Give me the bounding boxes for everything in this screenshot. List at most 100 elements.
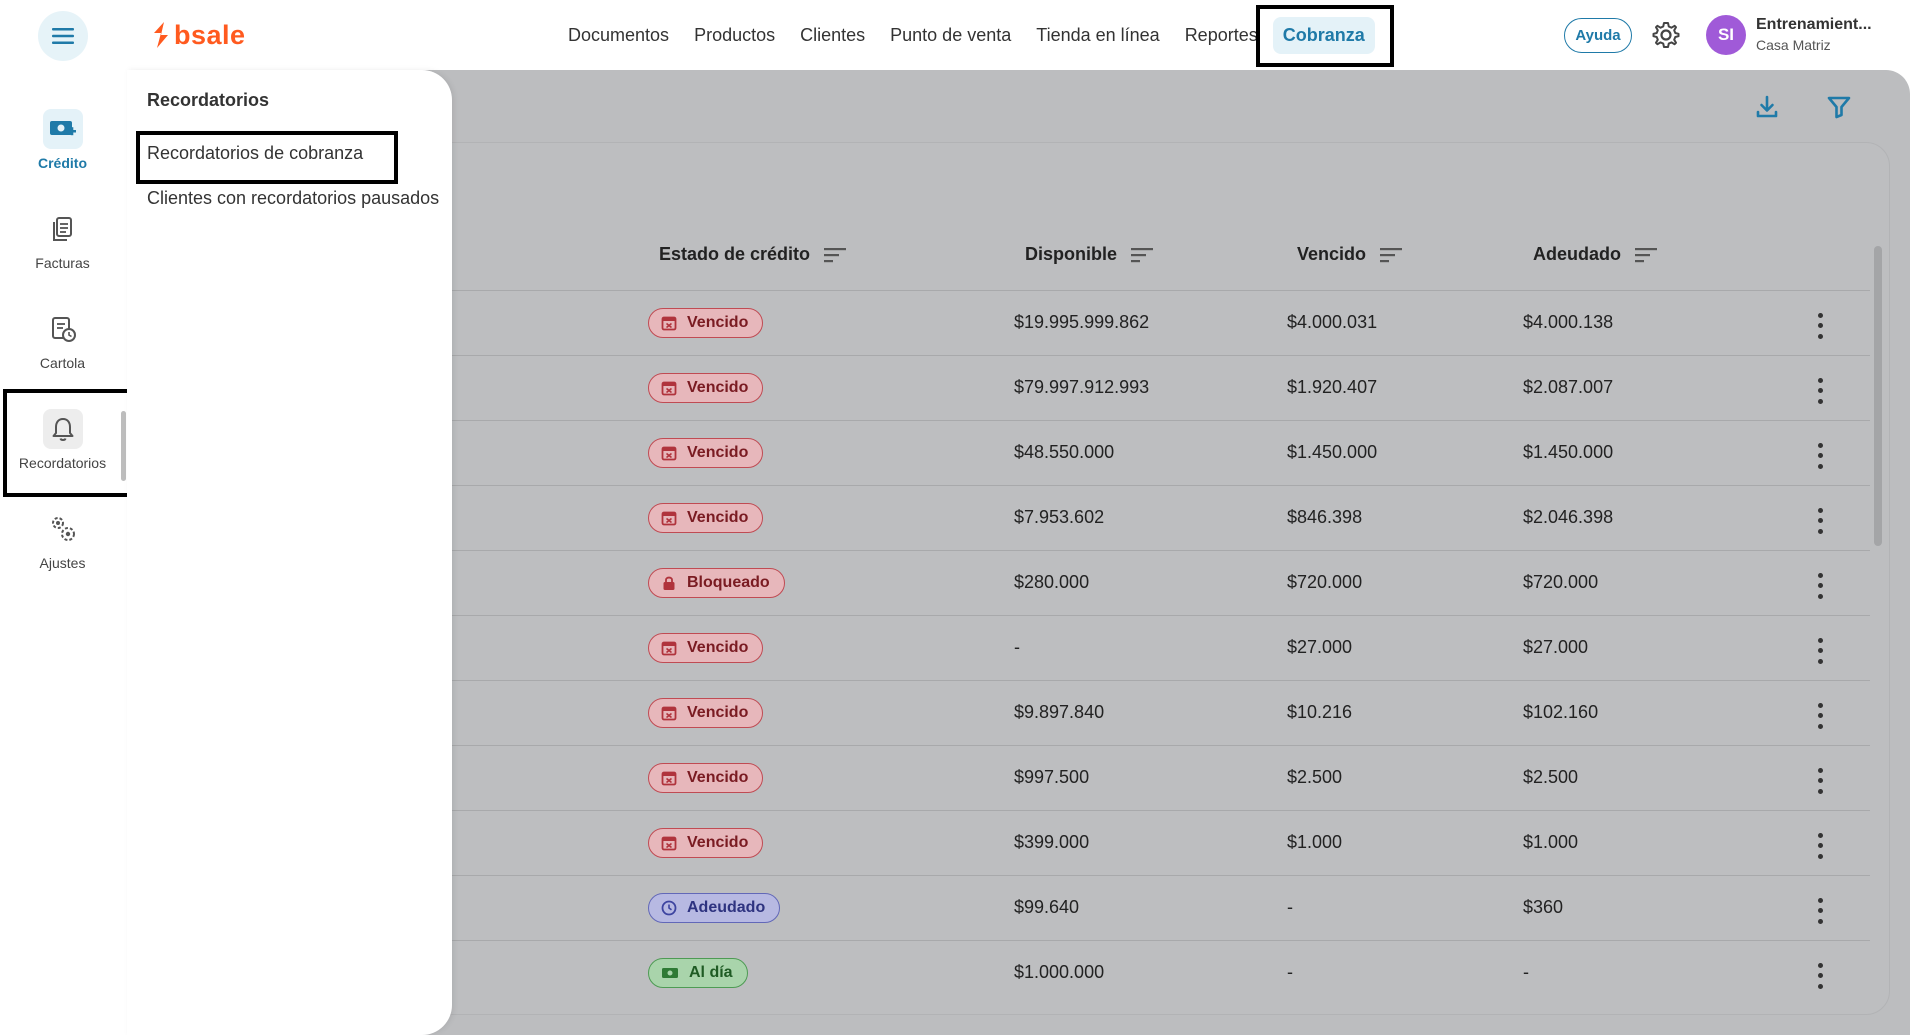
sort-icon[interactable] — [1131, 247, 1154, 263]
calendar-x-icon — [661, 705, 677, 721]
status-badge: Vencido — [648, 502, 764, 533]
sidebar-label-credito: Crédito — [38, 155, 87, 171]
cell-vencido: $720.000 — [1287, 571, 1363, 592]
nav-documentos[interactable]: Documentos — [568, 25, 669, 46]
user-name[interactable]: Entrenamient... — [1756, 16, 1872, 34]
sidebar-item-facturas[interactable]: Facturas — [0, 209, 125, 271]
status-badge: Vencido — [648, 697, 764, 728]
row-divider — [420, 290, 1870, 291]
row-actions-kebab-icon[interactable] — [1810, 312, 1830, 339]
sort-icon[interactable] — [1635, 247, 1657, 263]
row-divider — [420, 810, 1870, 811]
row-divider — [420, 940, 1870, 941]
sidebar-label-cartola: Cartola — [39, 355, 86, 371]
cell-adeudado: $4.000.138 — [1523, 311, 1614, 332]
status-badge-label: Vencido — [687, 378, 749, 396]
status-badge-label: Adeudado — [687, 898, 766, 916]
brand-name: bsale — [174, 19, 246, 50]
cobranza-highlight-box — [1256, 5, 1394, 67]
column-header-vencido[interactable]: Vencido — [1297, 244, 1403, 265]
row-divider — [420, 875, 1870, 876]
row-actions-kebab-icon[interactable] — [1810, 702, 1830, 729]
sidebar-item-ajustes[interactable]: Ajustes — [0, 509, 125, 571]
status-badge-label: Vencido — [687, 313, 749, 331]
status-badge: Al día — [648, 957, 748, 988]
status-badge-label: Vencido — [687, 768, 749, 786]
settings-button[interactable] — [1650, 19, 1682, 51]
help-button[interactable]: Ayuda — [1564, 18, 1632, 53]
row-actions-kebab-icon[interactable] — [1810, 962, 1830, 989]
nav-productos[interactable]: Productos — [694, 25, 775, 46]
nav-clientes[interactable]: Clientes — [800, 25, 865, 46]
recordatorios-highlight-box — [3, 389, 135, 497]
row-divider — [420, 420, 1870, 421]
nav-punto-de-venta[interactable]: Punto de venta — [890, 25, 1011, 46]
cell-disponible: - — [1014, 636, 1020, 657]
clock-icon — [661, 900, 677, 916]
nav-tienda-en-linea[interactable]: Tienda en línea — [1036, 25, 1159, 46]
row-actions-kebab-icon[interactable] — [1810, 767, 1830, 794]
status-badge: Vencido — [648, 307, 764, 338]
column-header-estado[interactable]: Estado de crédito — [659, 244, 847, 265]
sidebar-item-credito[interactable]: Crédito — [0, 109, 125, 171]
status-badge-label: Vencido — [687, 638, 749, 656]
status-badge-label: Vencido — [687, 508, 749, 526]
column-header-adeudado[interactable]: Adeudado — [1533, 244, 1657, 265]
cell-disponible: $1.000.000 — [1014, 961, 1105, 982]
row-actions-kebab-icon[interactable] — [1810, 377, 1830, 404]
document-icon — [43, 209, 83, 249]
cell-adeudado: $1.450.000 — [1523, 441, 1614, 462]
status-badge: Adeudado — [648, 892, 781, 923]
user-branch: Casa Matriz — [1756, 37, 1831, 53]
cell-adeudado: $1.000 — [1523, 831, 1579, 852]
cell-vencido: $4.000.031 — [1287, 311, 1378, 332]
bsale-logo[interactable]: bsale — [152, 18, 246, 52]
row-actions-kebab-icon[interactable] — [1810, 832, 1830, 859]
lock-icon — [661, 575, 677, 591]
calendar-x-icon — [661, 315, 677, 331]
table-scrollbar-thumb[interactable] — [1874, 246, 1882, 546]
status-badge: Vencido — [648, 762, 764, 793]
column-header-adeudado-label: Adeudado — [1533, 244, 1621, 264]
row-actions-kebab-icon[interactable] — [1810, 507, 1830, 534]
sort-icon[interactable] — [824, 247, 847, 263]
cell-disponible: $19.995.999.862 — [1014, 311, 1150, 332]
row-divider — [420, 745, 1870, 746]
row-actions-kebab-icon[interactable] — [1810, 572, 1830, 599]
flyout-link-clientes-pausados[interactable]: Clientes con recordatorios pausados — [147, 188, 439, 209]
user-avatar[interactable]: SI — [1706, 15, 1746, 55]
calendar-x-icon — [661, 445, 677, 461]
filter-button[interactable] — [1826, 93, 1866, 123]
cell-vencido: $2.500 — [1287, 766, 1343, 787]
row-divider — [420, 615, 1870, 616]
sidebar-item-cartola[interactable]: Cartola — [0, 309, 125, 371]
statement-clock-icon — [43, 309, 83, 349]
table-card — [420, 142, 1890, 1015]
cell-disponible: $280.000 — [1014, 571, 1090, 592]
table-scrollbar[interactable] — [1871, 222, 1885, 1002]
cell-disponible: $79.997.912.993 — [1014, 376, 1150, 397]
status-badge-label: Bloqueado — [687, 573, 770, 591]
download-button[interactable] — [1754, 93, 1794, 123]
calendar-x-icon — [661, 770, 677, 786]
gears-icon — [43, 509, 83, 549]
credit-money-icon — [42, 109, 83, 149]
calendar-x-icon — [661, 510, 677, 526]
sidebar-label-facturas: Facturas — [35, 255, 90, 271]
sidebar-label-ajustes: Ajustes — [39, 555, 86, 571]
nav-reportes[interactable]: Reportes — [1185, 25, 1258, 46]
calendar-x-icon — [661, 835, 677, 851]
status-badge-label: Vencido — [687, 443, 749, 461]
hamburger-menu-button[interactable] — [38, 11, 88, 61]
status-badge: Vencido — [648, 437, 764, 468]
row-actions-kebab-icon[interactable] — [1810, 637, 1830, 664]
status-badge: Vencido — [648, 632, 764, 663]
column-header-disponible[interactable]: Disponible — [1025, 244, 1154, 265]
filter-icon — [1827, 96, 1851, 119]
sort-icon[interactable] — [1380, 247, 1403, 263]
status-badge-label: Al día — [689, 963, 733, 981]
status-badge: Vencido — [648, 827, 764, 858]
row-actions-kebab-icon[interactable] — [1810, 442, 1830, 469]
recordatorios-flyout: Recordatorios Recordatorios de cobranza … — [127, 70, 452, 1035]
row-actions-kebab-icon[interactable] — [1810, 897, 1830, 924]
